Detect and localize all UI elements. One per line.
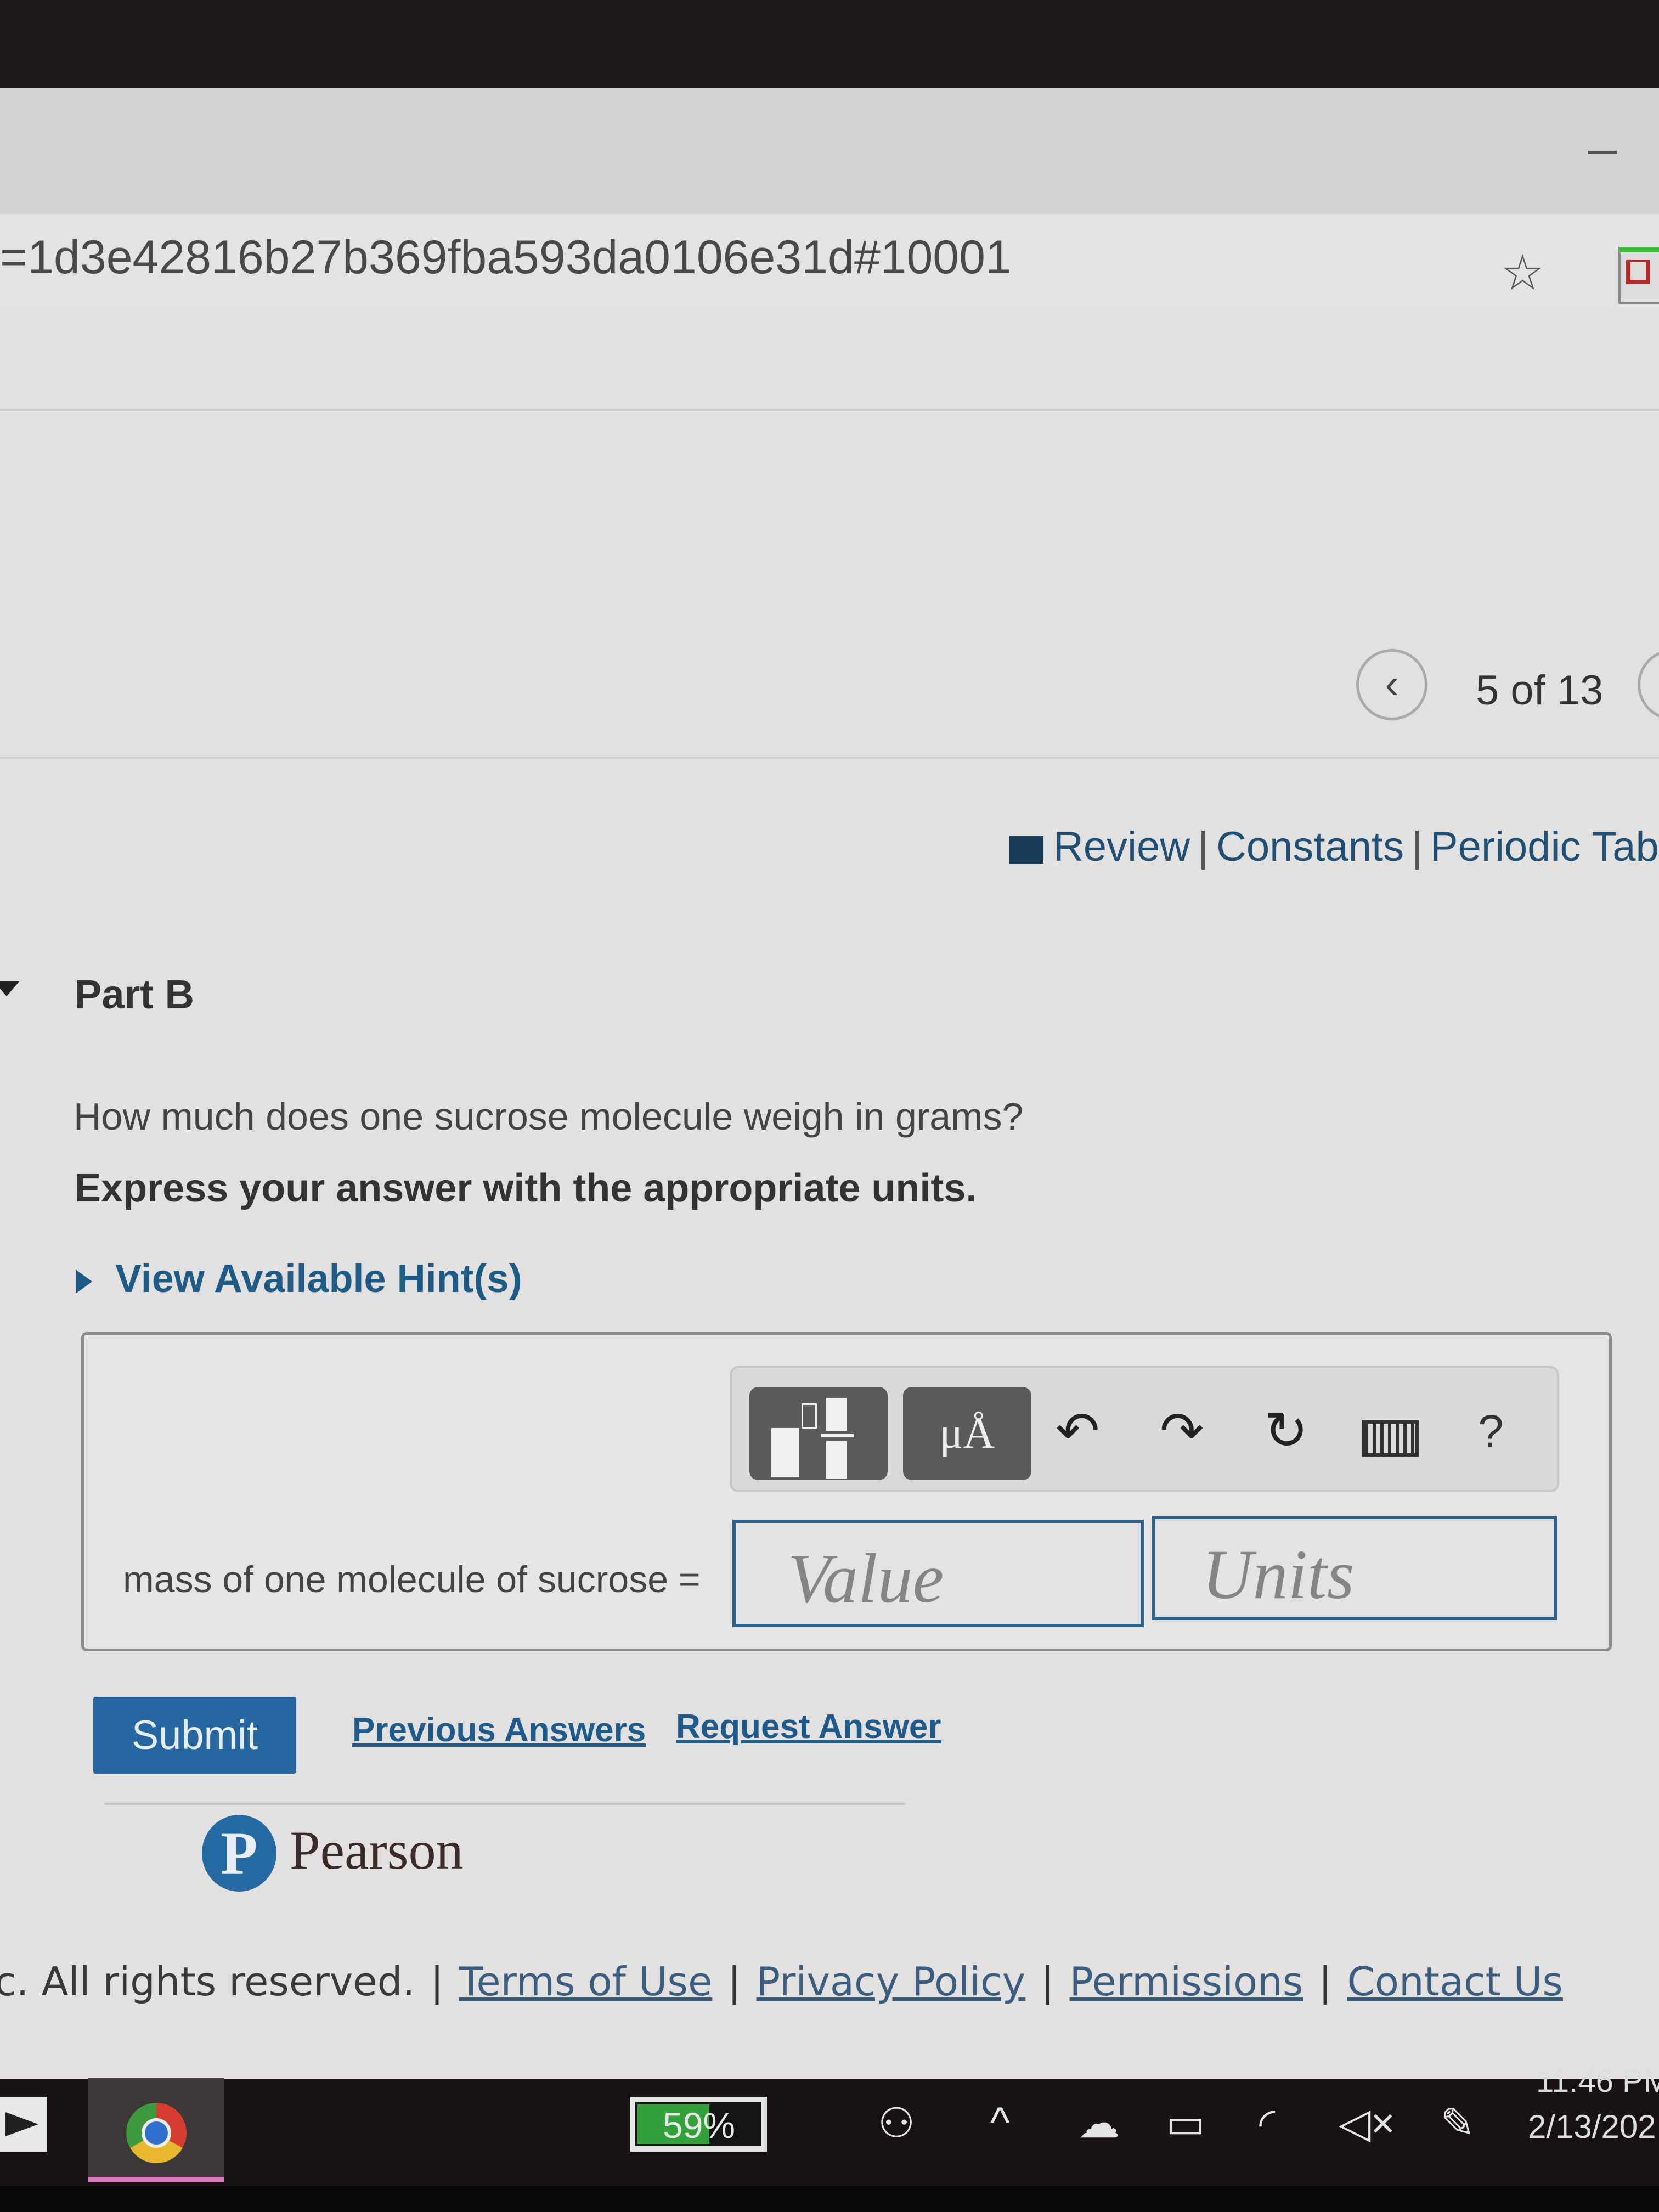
- templates-button[interactable]: [749, 1387, 888, 1480]
- constants-link[interactable]: Constants: [1216, 823, 1404, 870]
- pearson-logo-icon: P: [202, 1815, 276, 1892]
- shield-extension-icon[interactable]: [1618, 247, 1659, 304]
- battery-indicator[interactable]: 59%: [630, 2097, 767, 2152]
- value-placeholder: Value: [788, 1539, 944, 1617]
- undo-icon[interactable]: ↶: [1056, 1390, 1099, 1472]
- star-icon[interactable]: ☆: [1500, 244, 1545, 302]
- question-text: How much does one sucrose molecule weigh…: [74, 1095, 1024, 1138]
- copyright-text: c. All rights reserved.: [0, 1959, 415, 2005]
- footer: c. All rights reserved. | Terms of Use | Pri…: [0, 1959, 1563, 2005]
- request-answer-link[interactable]: Request Answer: [676, 1707, 941, 1746]
- caret-right-icon: [76, 1269, 92, 1294]
- people-icon[interactable]: ⚇: [878, 2098, 915, 2147]
- chrome-taskbar-button[interactable]: [88, 2078, 224, 2182]
- resource-links: Review|Constants|Periodic Table: [1009, 823, 1659, 871]
- url-text[interactable]: =1d3e42816b27b369fba593da0106e31d#10001: [0, 230, 1012, 285]
- templates-icon: [771, 1428, 799, 1477]
- pen-icon[interactable]: ✎: [1440, 2098, 1475, 2147]
- minimize-icon[interactable]: [1588, 151, 1617, 154]
- divider: [104, 1803, 905, 1805]
- browser-titlebar: [0, 88, 1659, 214]
- brand-name: Pearson: [290, 1820, 464, 1881]
- permissions-link[interactable]: Permissions: [1070, 1959, 1304, 2005]
- chevron-left-icon: ‹: [1385, 661, 1399, 707]
- view-hints-link[interactable]: View Available Hint(s): [76, 1256, 522, 1301]
- separator: |: [1318, 1959, 1332, 2005]
- review-link[interactable]: Review: [1053, 823, 1190, 870]
- contact-link[interactable]: Contact Us: [1347, 1959, 1563, 2005]
- separator: |: [727, 1959, 741, 2005]
- previous-item-button[interactable]: ‹: [1356, 649, 1427, 720]
- math-toolbar: μÅ ↶ ↷ ↻ ?: [730, 1366, 1559, 1492]
- onedrive-icon[interactable]: ☁: [1078, 2098, 1120, 2147]
- units-placeholder: Units: [1202, 1536, 1355, 1613]
- keyboard-icon[interactable]: [1362, 1420, 1419, 1457]
- hints-label: View Available Hint(s): [115, 1257, 522, 1301]
- privacy-link[interactable]: Privacy Policy: [757, 1959, 1026, 2005]
- battery-percent: 59%: [663, 2105, 736, 2146]
- wifi-icon[interactable]: ◜: [1259, 2098, 1275, 2147]
- app-icon[interactable]: [0, 2097, 47, 2152]
- answer-label: mass of one molecule of sucrose =: [123, 1559, 701, 1600]
- redo-icon[interactable]: ↷: [1160, 1390, 1204, 1472]
- divider: [0, 409, 1659, 411]
- book-icon: [1009, 836, 1043, 864]
- divider: [0, 757, 1659, 759]
- terms-link[interactable]: Terms of Use: [459, 1959, 713, 2005]
- separator: |: [1412, 823, 1423, 870]
- collapse-toggle-icon[interactable]: [0, 981, 20, 996]
- chevron-up-icon[interactable]: ^: [990, 2098, 1010, 2146]
- periodic-table-link[interactable]: Periodic Table: [1430, 823, 1659, 870]
- submit-button[interactable]: Submit: [93, 1697, 296, 1774]
- separator: |: [1041, 1959, 1054, 2005]
- part-title: Part B: [75, 972, 194, 1017]
- mute-icon[interactable]: ◁×: [1339, 2098, 1395, 2147]
- symbols-button[interactable]: μÅ: [903, 1387, 1031, 1480]
- battery-tray-icon[interactable]: ▭: [1166, 2098, 1205, 2147]
- help-button[interactable]: ?: [1478, 1390, 1504, 1472]
- screen-bezel-top: [0, 0, 1659, 88]
- previous-answers-link[interactable]: Previous Answers: [352, 1711, 646, 1750]
- item-counter: 5 of 13: [1476, 667, 1604, 714]
- chrome-icon: [126, 2103, 187, 2163]
- reset-icon[interactable]: ↻: [1264, 1390, 1308, 1472]
- separator: |: [1198, 823, 1209, 870]
- clock-date[interactable]: 2/13/202: [1528, 2108, 1656, 2146]
- separator: |: [430, 1959, 444, 2005]
- units-input[interactable]: Units: [1152, 1516, 1557, 1620]
- clock-time[interactable]: 11:46 PM: [1536, 2063, 1659, 2100]
- instruction-text: Express your answer with the appropriate…: [75, 1166, 977, 1210]
- screen-bezel-bottom: [0, 2186, 1659, 2212]
- value-input[interactable]: Value: [732, 1520, 1144, 1627]
